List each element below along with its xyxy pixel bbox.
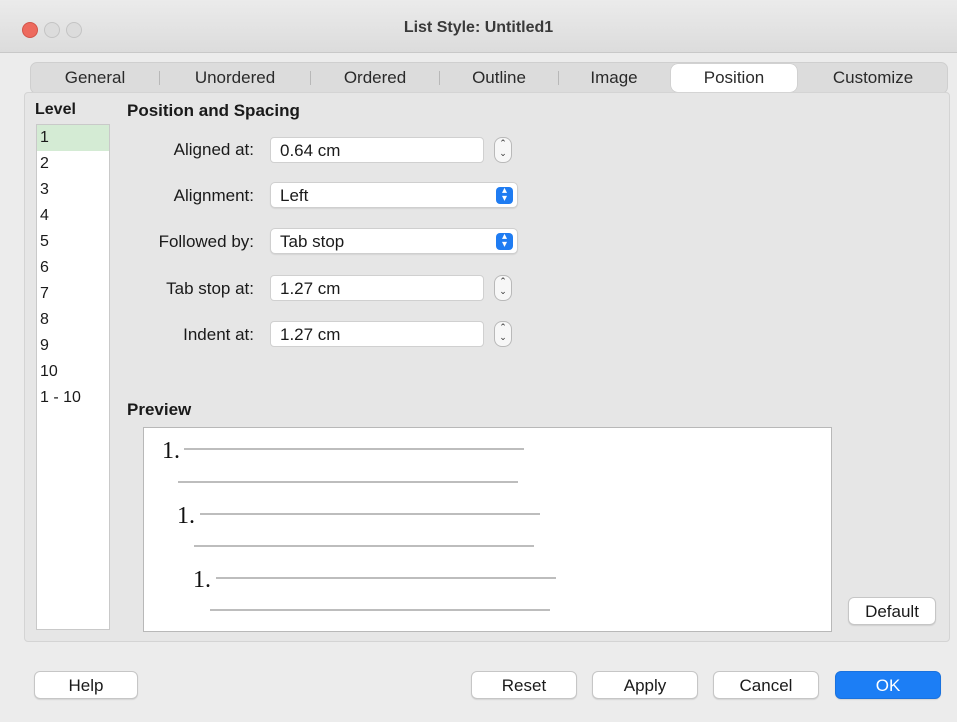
followed-by-select-value: Tab stop [280,232,345,251]
title-bar[interactable]: List Style: Untitled1 [0,0,957,53]
aligned-at-stepper[interactable]: ⌃ ⌄ [494,137,512,163]
alignment-label: Alignment: [173,186,254,205]
window-title: List Style: Untitled1 [403,19,554,36]
apply-button[interactable]: Apply [592,671,698,699]
tab-image[interactable]: Image [559,63,669,93]
chevron-updown-icon: ▴ ▾ [496,232,513,250]
tab-ordered[interactable]: Ordered [311,63,439,93]
level-item-10[interactable]: 10 [37,359,109,385]
level-item-4[interactable]: 4 [37,203,109,229]
preview-number-level-3: 1. [193,567,211,593]
level-heading: Level [35,101,76,118]
chevron-updown-icon: ▴ ▾ [496,186,513,204]
reset-button[interactable]: Reset [471,671,577,699]
ok-button[interactable]: OK [835,671,941,699]
aligned-at-input[interactable]: 0.64 cm [270,137,484,163]
tab-customize[interactable]: Customize [801,63,945,93]
tab-position[interactable]: Position [671,64,797,92]
indent-at-label: Indent at: [183,325,254,344]
preview-line [178,481,518,483]
preview-number-level-1: 1. [162,438,180,464]
tab-outline[interactable]: Outline [440,63,558,93]
dialog-window: List Style: Untitled1 General Unordered … [0,0,957,722]
tab-stop-at-stepper[interactable]: ⌃ ⌄ [494,275,512,301]
preview-number-level-2: 1. [177,503,195,529]
aligned-at-label: Aligned at: [173,140,254,159]
preview-line [216,577,556,579]
followed-by-select[interactable]: Tab stop ▴ ▾ [270,228,518,254]
alignment-select[interactable]: Left ▴ ▾ [270,182,518,208]
preview-line [184,448,524,450]
level-item-6[interactable]: 6 [37,255,109,281]
preview-line [210,609,550,611]
preview-heading: Preview [127,400,192,419]
preview-line [194,545,534,547]
default-button[interactable]: Default [848,597,936,625]
level-item-all[interactable]: 1 - 10 [37,385,109,411]
preview-pane: 1. 1. 1. [143,427,832,632]
indent-at-input[interactable]: 1.27 cm [270,321,484,347]
indent-at-stepper[interactable]: ⌃ ⌄ [494,321,512,347]
tab-stop-at-label: Tab stop at: [166,279,254,298]
alignment-select-value: Left [280,186,309,205]
tab-bar: General Unordered Ordered Outline Image … [30,62,948,94]
tab-general[interactable]: General [31,63,159,93]
followed-by-label: Followed by: [158,232,254,251]
preview-line [200,513,540,515]
cancel-button[interactable]: Cancel [713,671,819,699]
help-button[interactable]: Help [34,671,138,699]
position-spacing-heading: Position and Spacing [127,101,300,120]
tab-unordered[interactable]: Unordered [160,63,310,93]
tab-stop-at-input[interactable]: 1.27 cm [270,275,484,301]
